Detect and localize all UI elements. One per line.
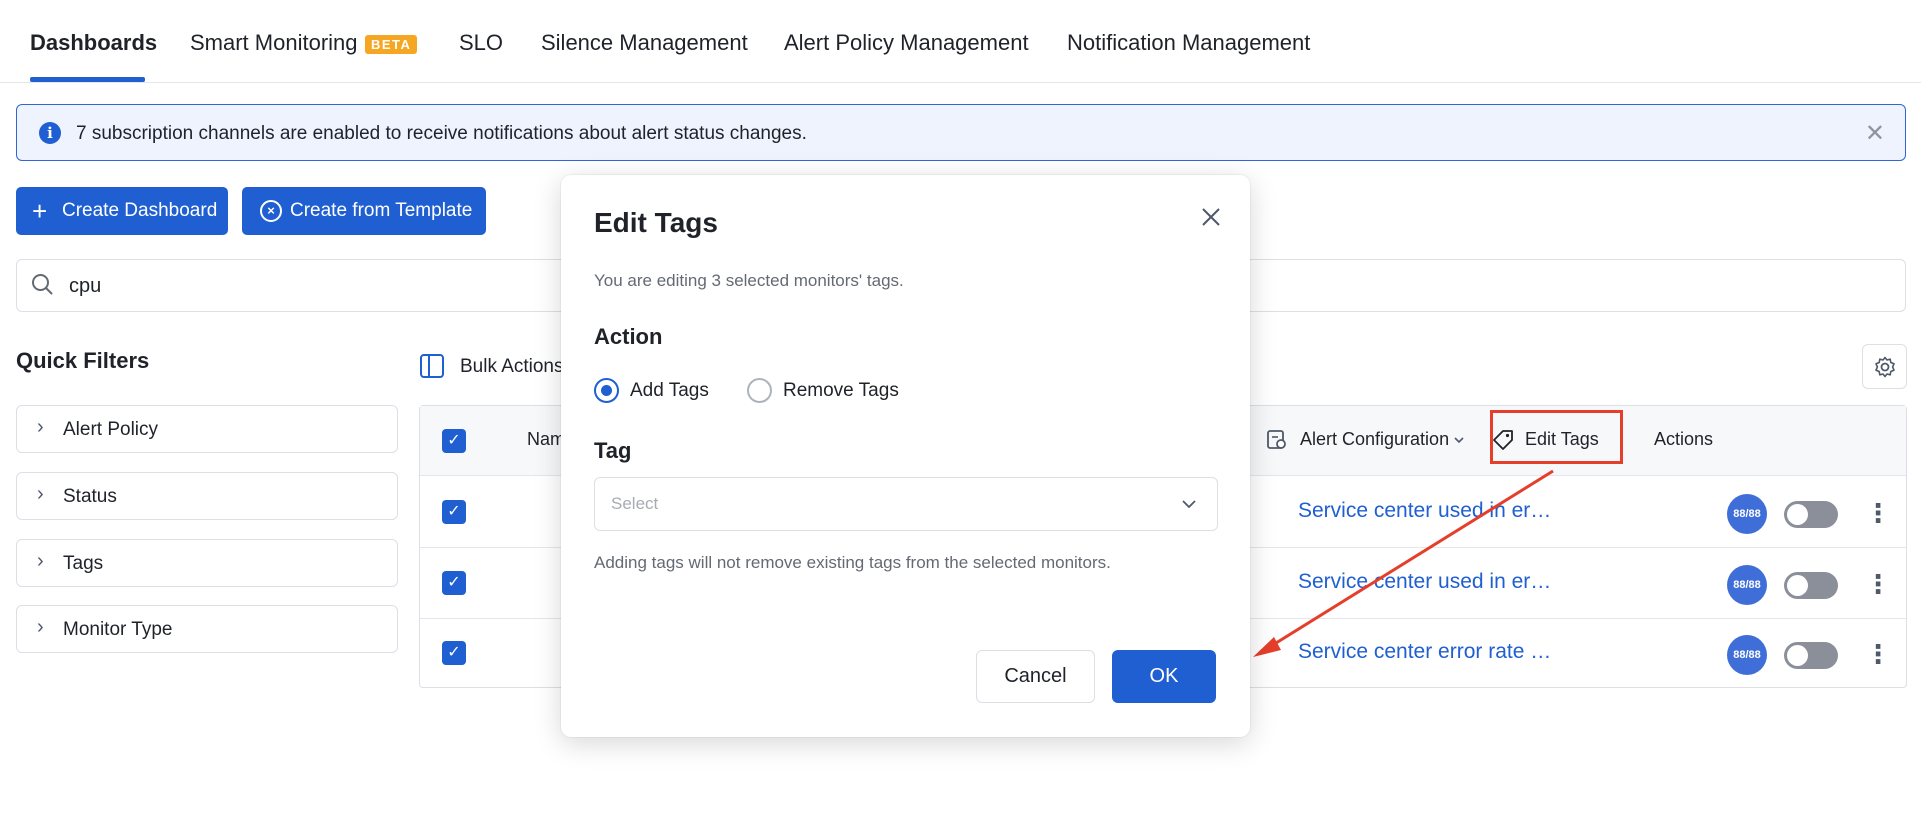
info-banner: i 7 subscription channels are enabled to… — [16, 104, 1906, 161]
top-tab-bar: Dashboards Smart Monitoring BETA SLO Sil… — [0, 0, 1921, 83]
status-badge: 88/88 — [1727, 565, 1767, 605]
filter-status[interactable]: › Status — [16, 472, 398, 520]
enable-toggle[interactable] — [1784, 572, 1838, 599]
dialog-subtitle: You are editing 3 selected monitors' tag… — [594, 271, 904, 290]
plus-icon: + — [32, 196, 48, 226]
enable-toggle[interactable] — [1784, 501, 1838, 528]
filter-label: Alert Policy — [63, 419, 159, 440]
dialog-title: Edit Tags — [594, 207, 718, 238]
chevron-down-icon[interactable] — [1453, 434, 1465, 446]
chevron-right-icon: › — [37, 483, 44, 505]
filter-alert-policy[interactable]: › Alert Policy — [16, 405, 398, 453]
edit-tags-dialog: Edit Tags You are editing 3 selected mon… — [561, 175, 1250, 737]
chevron-right-icon: › — [37, 550, 44, 572]
status-badge: 88/88 — [1727, 635, 1767, 675]
radio-unselected-icon — [747, 378, 772, 403]
table-settings-button[interactable] — [1862, 344, 1907, 389]
header-edit-tags-label: Edit Tags — [1525, 429, 1599, 449]
search-input[interactable] — [69, 272, 569, 300]
header-name[interactable]: Nam — [527, 429, 565, 450]
search-icon — [32, 274, 53, 295]
template-icon: × — [260, 200, 282, 222]
tab-alert-policy-management[interactable]: Alert Policy Management — [784, 30, 1029, 56]
cancel-button[interactable]: Cancel — [976, 650, 1095, 703]
banner-text: 7 subscription channels are enabled to r… — [76, 123, 807, 144]
tab-slo[interactable]: SLO — [459, 30, 503, 56]
row-checkbox[interactable]: ✓ — [442, 500, 466, 524]
gear-icon — [1875, 356, 1895, 378]
tag-label: Tag — [594, 438, 632, 463]
collapse-panel-icon — [420, 354, 444, 378]
filter-monitor-type[interactable]: › Monitor Type — [16, 605, 398, 653]
create-dashboard-label: Create Dashboard — [62, 200, 218, 221]
quick-filters-title: Quick Filters — [16, 348, 150, 373]
filter-label: Status — [63, 486, 117, 507]
create-from-template-label: Create from Template — [290, 200, 473, 221]
filter-label: Monitor Type — [63, 619, 173, 640]
more-icon[interactable]: ⋮ — [1865, 634, 1891, 674]
select-placeholder: Select — [611, 494, 659, 513]
radio-selected-icon — [594, 378, 619, 403]
close-icon[interactable]: ✕ — [1865, 119, 1885, 148]
radio-remove-tags-label: Remove Tags — [783, 380, 899, 401]
action-label: Action — [594, 324, 663, 349]
chevron-down-icon — [1182, 500, 1196, 509]
beta-badge: BETA — [365, 35, 418, 54]
close-icon[interactable] — [1197, 203, 1225, 231]
more-icon[interactable]: ⋮ — [1865, 493, 1891, 533]
tab-smart-monitoring[interactable]: Smart Monitoring — [190, 30, 358, 56]
select-all-checkbox[interactable]: ✓ — [442, 429, 466, 453]
row-checkbox[interactable]: ✓ — [442, 641, 466, 665]
alert-config-link[interactable]: Service center used in er… — [1298, 570, 1551, 594]
ok-button[interactable]: OK — [1112, 650, 1216, 703]
info-icon: i — [39, 122, 61, 144]
create-dashboard-button[interactable]: + Create Dashboard — [16, 187, 228, 235]
row-checkbox[interactable]: ✓ — [442, 571, 466, 595]
tab-silence-management[interactable]: Silence Management — [541, 30, 748, 56]
filter-label: Tags — [63, 553, 104, 574]
create-from-template-button[interactable]: × Create from Template — [242, 187, 486, 235]
header-actions: Actions — [1654, 429, 1714, 449]
bulk-actions-label: Bulk Actions — [460, 356, 564, 377]
tag-icon — [1493, 430, 1513, 450]
enable-toggle[interactable] — [1784, 642, 1838, 669]
alert-config-link[interactable]: Service center error rate … — [1298, 640, 1551, 664]
tab-dashboards[interactable]: Dashboards — [30, 30, 157, 56]
more-icon[interactable]: ⋮ — [1865, 564, 1891, 604]
active-tab-indicator — [30, 77, 145, 82]
dialog-hint: Adding tags will not remove existing tag… — [594, 553, 1111, 572]
radio-add-tags-label: Add Tags — [630, 380, 709, 401]
alert-config-icon — [1267, 430, 1286, 449]
tag-select[interactable]: Select — [594, 477, 1218, 531]
chevron-right-icon: › — [37, 616, 44, 638]
header-alert-configuration-label: Alert Configuration — [1300, 429, 1450, 449]
tab-notification-management[interactable]: Notification Management — [1067, 30, 1310, 56]
alert-config-link[interactable]: Service center used in er… — [1298, 499, 1551, 523]
filter-tags[interactable]: › Tags — [16, 539, 398, 587]
status-badge: 88/88 — [1727, 494, 1767, 534]
chevron-right-icon: › — [37, 416, 44, 438]
